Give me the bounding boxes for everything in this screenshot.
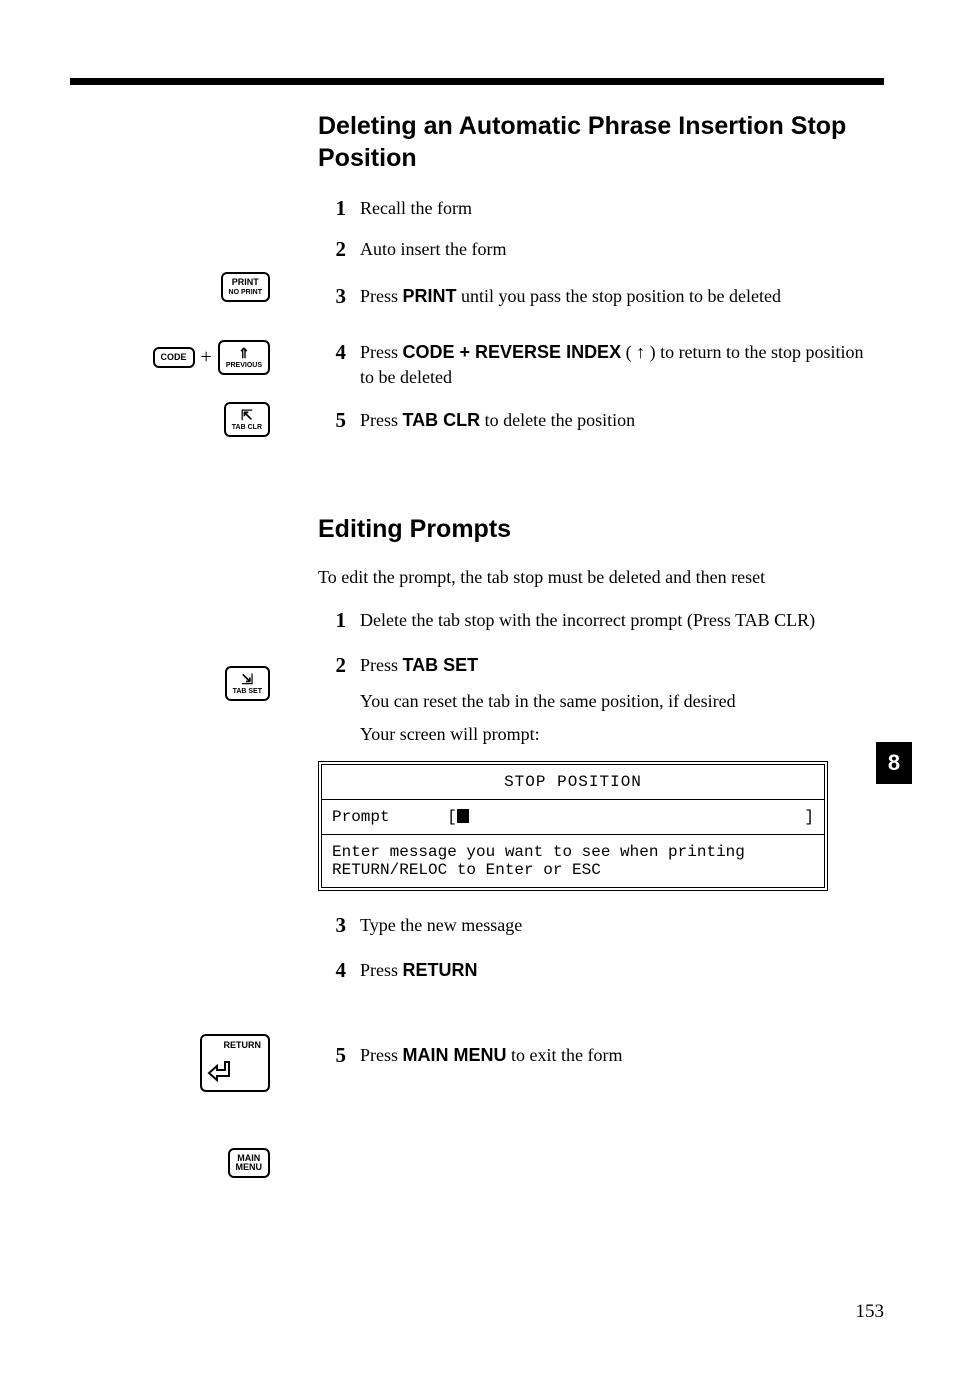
step-text: Press RETURN <box>360 958 478 983</box>
step-text: Auto insert the form <box>360 237 506 262</box>
step-number: 2 <box>328 653 346 678</box>
step-list: 1 Recall the form 2 Auto insert the form 3 Pr… <box>328 196 874 433</box>
screen-hint: Enter message you want to see when print… <box>322 835 824 887</box>
return-arrow-icon <box>207 1058 235 1086</box>
reverse-index-key-icon: ⇑ PREVIOUS <box>218 340 270 375</box>
margin-keys-column: ⇱ TAB CLR <box>0 402 318 437</box>
step-text: Press TAB SET <box>360 653 478 678</box>
section-heading: Editing Prompts <box>318 513 874 545</box>
step-item: 3 Press PRINT until you pass the stop pos… <box>328 284 874 309</box>
print-key-icon: PRINT NO PRINT <box>221 272 270 302</box>
step-number: 3 <box>328 913 346 938</box>
main-menu-key-icon: MAIN MENU <box>228 1148 271 1178</box>
screen-prompt-row: Prompt [ ] <box>322 800 824 834</box>
key-label: TAB CLR <box>232 424 262 431</box>
step-text: Press PRINT until you pass the stop posi… <box>360 284 781 309</box>
tab-set-key-icon: ⇲ TAB SET <box>225 666 270 701</box>
key-name: TAB SET <box>403 655 479 675</box>
intro-text: To edit the prompt, the tab stop must be… <box>318 567 874 588</box>
step-item: 4 Press RETURN <box>328 958 874 983</box>
tab-clr-glyph-icon: ⇱ <box>232 408 262 422</box>
step-number: 4 <box>328 340 346 390</box>
step-item: 4 Press CODE + REVERSE INDEX ( ↑ ) to ret… <box>328 340 874 390</box>
plus-icon: + <box>201 346 212 369</box>
left-bracket: [ <box>447 808 457 826</box>
step-number: 4 <box>328 958 346 983</box>
step-text: Type the new message <box>360 913 522 938</box>
step-item: 1 Delete the tab stop with the incorrect … <box>328 608 874 633</box>
key-label: NO PRINT <box>229 289 262 296</box>
key-name: MAIN MENU <box>403 1045 507 1065</box>
page-number: 153 <box>856 1301 885 1323</box>
margin-keys-column: RETURN <box>0 1034 318 1092</box>
code-key-icon: CODE <box>153 347 195 368</box>
margin-keys-column: MAIN MENU <box>0 1148 318 1178</box>
cursor-icon <box>457 809 469 823</box>
section-heading: Deleting an Automatic Phrase Insertion S… <box>318 110 874 174</box>
step-text: Delete the tab stop with the incorrect p… <box>360 608 815 633</box>
key-label: RETURN <box>224 1041 262 1050</box>
screen-prompt-box: STOP POSITION Prompt [ ] Enter message y… <box>318 761 828 891</box>
top-rule <box>70 78 884 85</box>
key-label: CODE <box>161 352 187 362</box>
screen-hint-line: RETURN/RELOC to Enter or ESC <box>332 861 814 879</box>
step-number: 5 <box>328 408 346 433</box>
key-label: MENU <box>236 1162 263 1172</box>
step-text: Press TAB CLR to delete the position <box>360 408 635 433</box>
step-number: 2 <box>328 237 346 262</box>
step-number: 1 <box>328 196 346 221</box>
step-item: 2 Auto insert the form <box>328 237 874 262</box>
key-label: PREVIOUS <box>226 362 262 369</box>
step-item: 2 Press TAB SET <box>328 653 874 678</box>
screen-prompt-label: Prompt <box>332 808 390 826</box>
step-item: 5 Press MAIN MENU to exit the form <box>328 1043 874 1068</box>
key-label: TAB SET <box>233 688 262 695</box>
step-item: 1 Recall the form <box>328 196 874 221</box>
margin-keys-column: ⇲ TAB SET <box>0 666 318 701</box>
note-text: You can reset the tab in the same positi… <box>360 691 874 712</box>
key-name: PRINT <box>403 286 457 306</box>
screen-hint-line: Enter message you want to see when print… <box>332 843 814 861</box>
note-text: Your screen will prompt: <box>360 724 874 745</box>
step-number: 3 <box>328 284 346 309</box>
right-bracket: ] <box>804 808 814 826</box>
step-number: 5 <box>328 1043 346 1068</box>
chapter-tab-badge: 8 <box>876 742 912 784</box>
step-item: 3 Type the new message <box>328 913 874 938</box>
tab-clr-key-icon: ⇱ TAB CLR <box>224 402 270 437</box>
screen-title: STOP POSITION <box>322 765 824 799</box>
step-item: 5 Press TAB CLR to delete the position <box>328 408 874 433</box>
return-key-icon: RETURN <box>200 1034 270 1092</box>
margin-keys-column: CODE + ⇑ PREVIOUS <box>0 340 318 375</box>
key-name: RETURN <box>403 960 478 980</box>
step-text: Recall the form <box>360 196 472 221</box>
up-arrow-icon: ⇑ <box>226 346 262 360</box>
step-number: 1 <box>328 608 346 633</box>
key-name: CODE + REVERSE INDEX <box>403 342 622 362</box>
tab-set-glyph-icon: ⇲ <box>233 672 262 686</box>
margin-keys-column: PRINT NO PRINT <box>0 272 318 302</box>
step-list: 1 Delete the tab stop with the incorrect … <box>328 608 874 678</box>
step-text: Press CODE + REVERSE INDEX ( ↑ ) to retu… <box>360 340 874 390</box>
step-list: 3 Type the new message 4 Press RETURN 5 Press… <box>328 913 874 1069</box>
key-label: PRINT <box>232 277 259 287</box>
step-text: Press MAIN MENU to exit the form <box>360 1043 623 1068</box>
main-content: Deleting an Automatic Phrase Insertion S… <box>318 110 874 1084</box>
key-name: TAB CLR <box>403 410 481 430</box>
